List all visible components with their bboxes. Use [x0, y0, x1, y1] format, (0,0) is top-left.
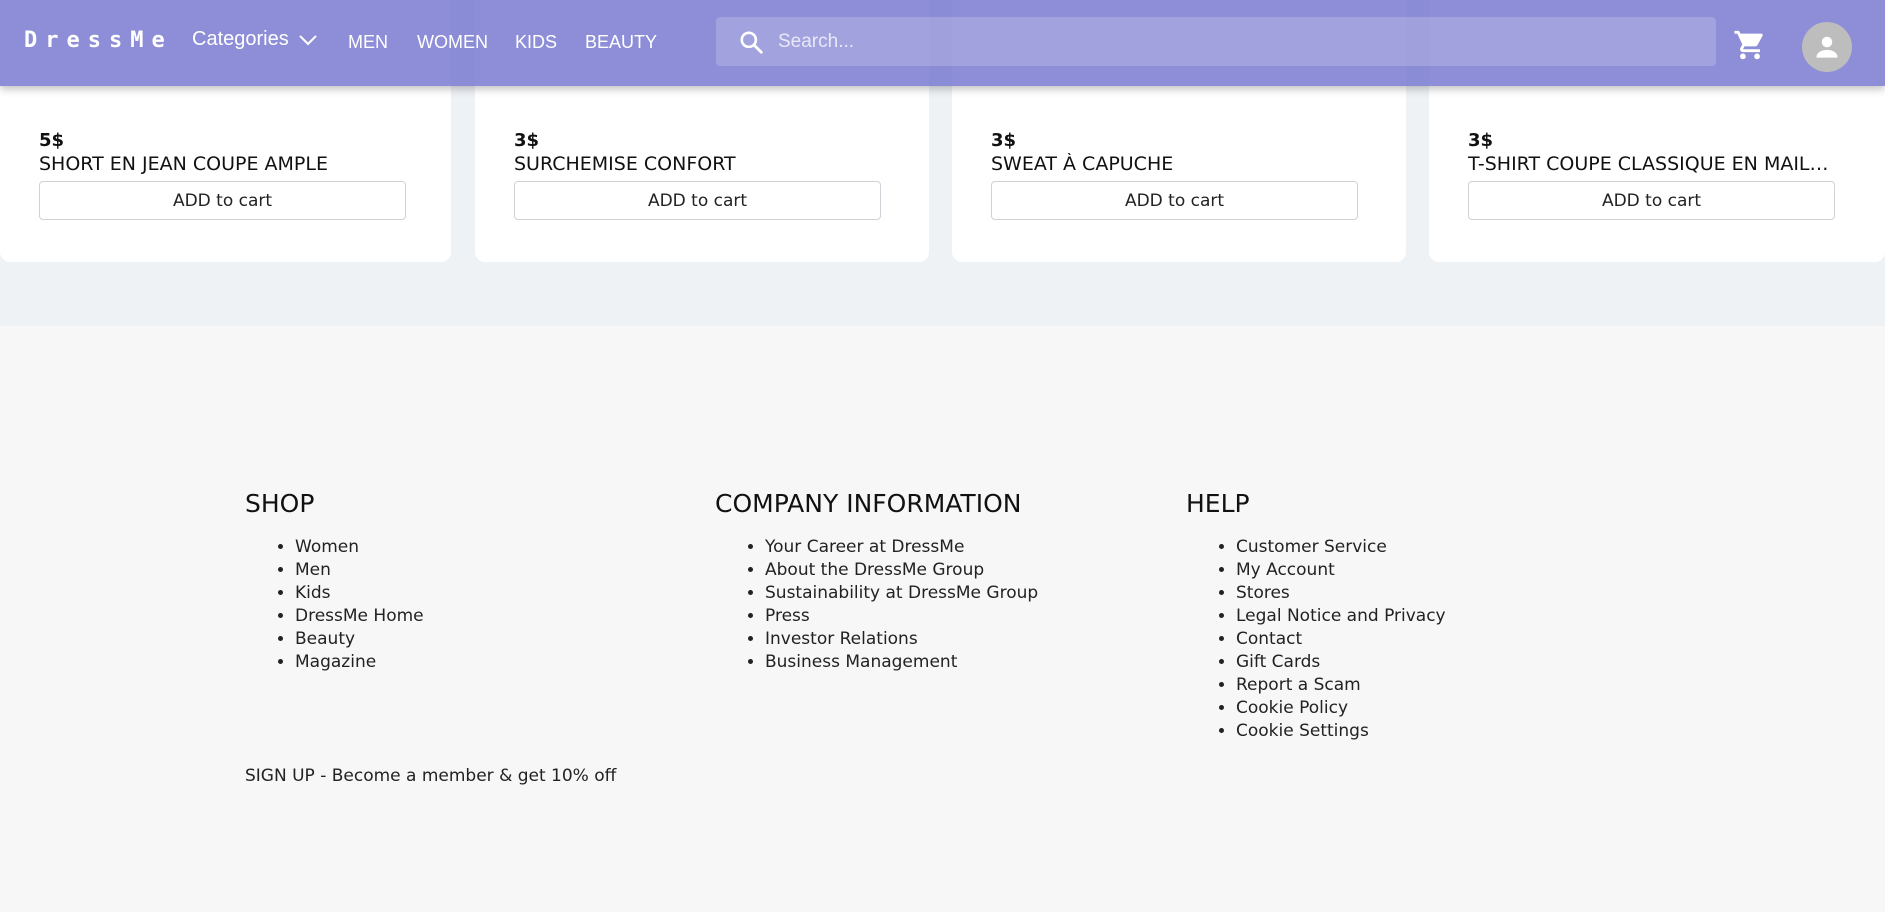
product-price: 3$ [514, 130, 540, 151]
footer-link[interactable]: Beauty [295, 628, 424, 651]
footer-company-section: COMPANY INFORMATION Your Career at Dress… [715, 489, 1038, 674]
search-bar[interactable] [716, 17, 1716, 66]
footer-link[interactable]: Cookie Policy [1236, 697, 1446, 720]
nav-women[interactable]: WOMEN [417, 32, 488, 53]
nav-kids[interactable]: KIDS [515, 32, 557, 53]
footer-link[interactable]: Report a Scam [1236, 674, 1446, 697]
footer-link[interactable]: Business Management [765, 651, 1038, 674]
account-avatar-icon [1816, 36, 1838, 58]
product-price: 3$ [991, 130, 1017, 151]
footer-shop-list: Women Men Kids DressMe Home Beauty Magaz… [245, 536, 424, 674]
categories-menu-button[interactable]: Categories [192, 28, 317, 51]
product-price: 5$ [39, 130, 65, 151]
footer-help-section: HELP Customer Service My Account Stores … [1186, 489, 1446, 743]
footer-link[interactable]: Gift Cards [1236, 651, 1446, 674]
footer-link[interactable]: Contact [1236, 628, 1446, 651]
shopping-cart-icon[interactable] [1733, 28, 1767, 62]
chevron-down-icon [299, 34, 317, 45]
footer-link[interactable]: My Account [1236, 559, 1446, 582]
search-input[interactable] [778, 21, 1716, 62]
footer-link[interactable]: Legal Notice and Privacy [1236, 605, 1446, 628]
footer-link[interactable]: Investor Relations [765, 628, 1038, 651]
add-to-cart-button[interactable]: ADD to cart [1468, 181, 1835, 220]
footer-link[interactable]: Your Career at DressMe [765, 536, 1038, 559]
product-title[interactable]: SWEAT À CAPUCHE [991, 153, 1361, 175]
categories-label: Categories [192, 28, 289, 50]
signup-link[interactable]: SIGN UP - Become a member & get 10% off [245, 766, 616, 786]
product-title[interactable]: SURCHEMISE CONFORT [514, 153, 884, 175]
footer-link[interactable]: DressMe Home [295, 605, 424, 628]
product-title[interactable]: T-SHIRT COUPE CLASSIQUE EN MAILL... [1468, 153, 1838, 175]
footer-link[interactable]: Kids [295, 582, 424, 605]
search-icon[interactable] [738, 29, 764, 55]
product-price: 3$ [1468, 130, 1494, 151]
product-title[interactable]: SHORT EN JEAN COUPE AMPLE [39, 153, 409, 175]
footer-link[interactable]: About the DressMe Group [765, 559, 1038, 582]
footer-link[interactable]: Stores [1236, 582, 1446, 605]
footer-link[interactable]: Customer Service [1236, 536, 1446, 559]
footer-link[interactable]: Women [295, 536, 424, 559]
footer-company-heading: COMPANY INFORMATION [715, 489, 1022, 518]
nav-beauty[interactable]: BEAUTY [585, 32, 657, 53]
footer-link[interactable]: Press [765, 605, 1038, 628]
footer-company-list: Your Career at DressMe About the DressMe… [715, 536, 1038, 674]
footer-link[interactable]: Men [295, 559, 424, 582]
footer-link[interactable]: Sustainability at DressMe Group [765, 582, 1038, 605]
footer-link[interactable]: Magazine [295, 651, 424, 674]
account-avatar-button[interactable] [1802, 22, 1852, 72]
footer-shop-heading: SHOP [245, 489, 315, 518]
logo[interactable]: DressMe [24, 28, 173, 53]
top-app-bar: DressMe Categories MEN WOMEN KIDS BEAUTY [0, 0, 1885, 86]
add-to-cart-button[interactable]: ADD to cart [39, 181, 406, 220]
nav-men[interactable]: MEN [348, 32, 388, 53]
footer-help-list: Customer Service My Account Stores Legal… [1186, 536, 1446, 743]
footer-help-heading: HELP [1186, 489, 1250, 518]
footer-shop-section: SHOP Women Men Kids DressMe Home Beauty … [245, 489, 424, 674]
footer-link[interactable]: Cookie Settings [1236, 720, 1446, 743]
add-to-cart-button[interactable]: ADD to cart [514, 181, 881, 220]
add-to-cart-button[interactable]: ADD to cart [991, 181, 1358, 220]
